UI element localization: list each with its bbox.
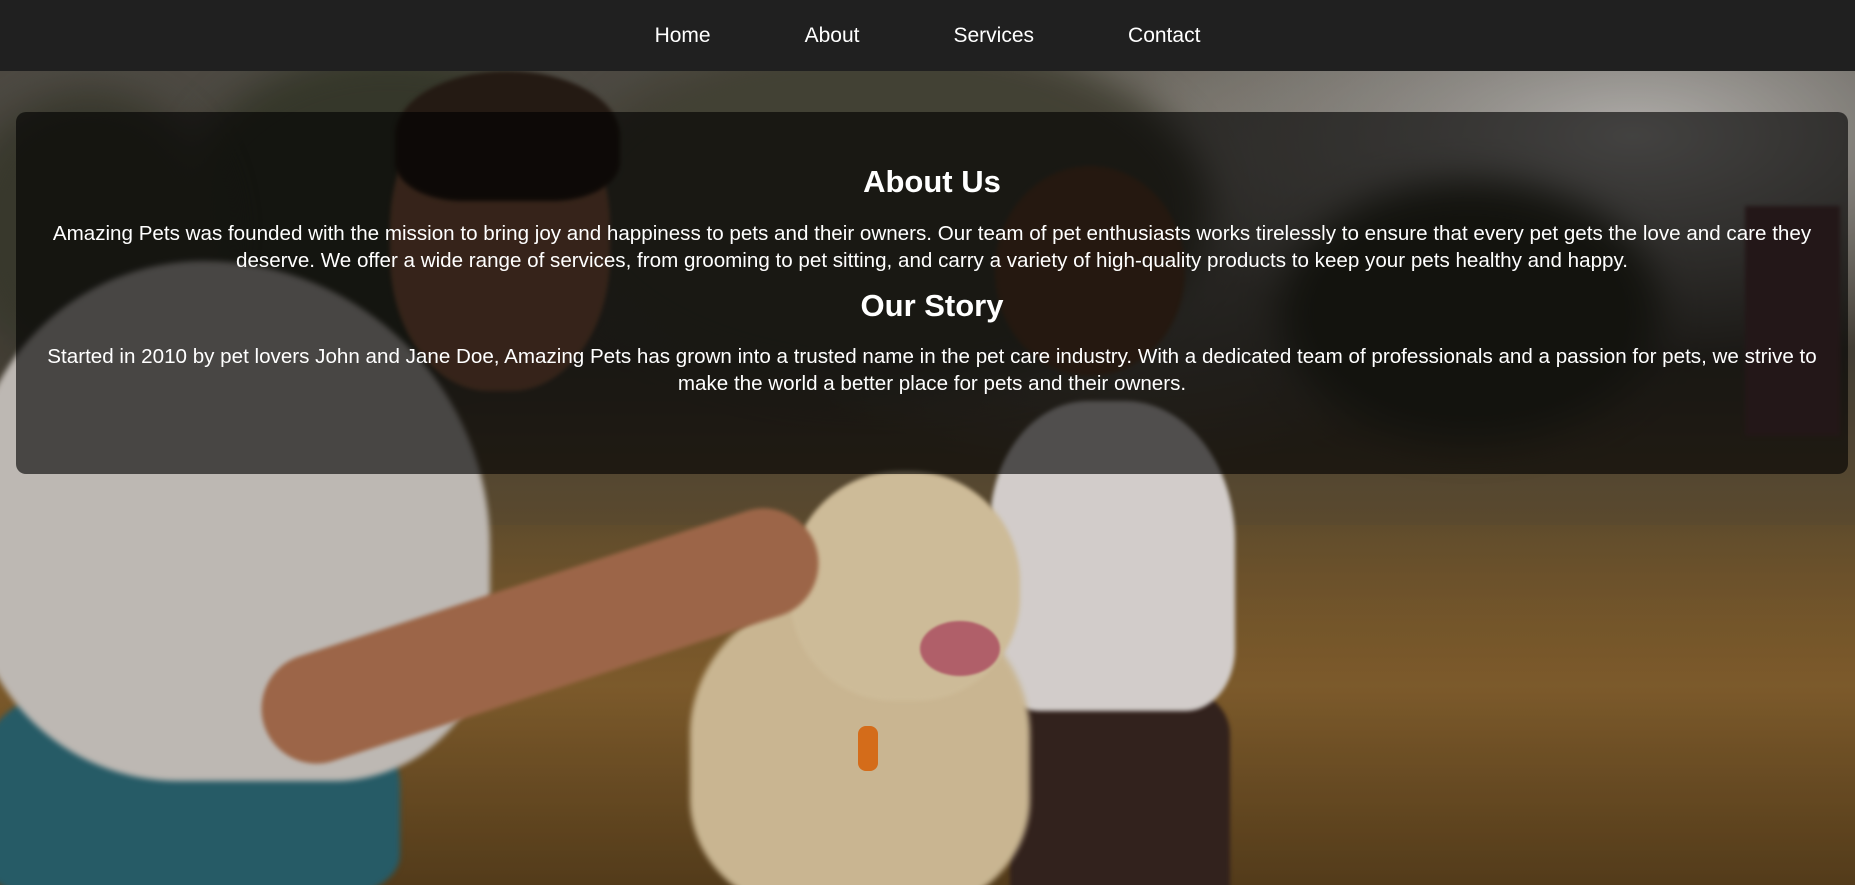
nav-link-home[interactable]: Home <box>655 24 711 48</box>
about-panel: About Us Amazing Pets was founded with t… <box>16 112 1848 474</box>
story-heading: Our Story <box>860 288 1004 323</box>
top-navigation: Home About Services Contact <box>0 0 1855 71</box>
story-text: Started in 2010 by pet lovers John and J… <box>47 345 1817 395</box>
nav-link-contact[interactable]: Contact <box>1128 24 1200 48</box>
nav-link-about[interactable]: About <box>805 24 860 48</box>
about-text: Amazing Pets was founded with the missio… <box>52 222 1812 272</box>
nav-link-services[interactable]: Services <box>954 24 1035 48</box>
about-heading: About Us <box>863 164 1001 199</box>
